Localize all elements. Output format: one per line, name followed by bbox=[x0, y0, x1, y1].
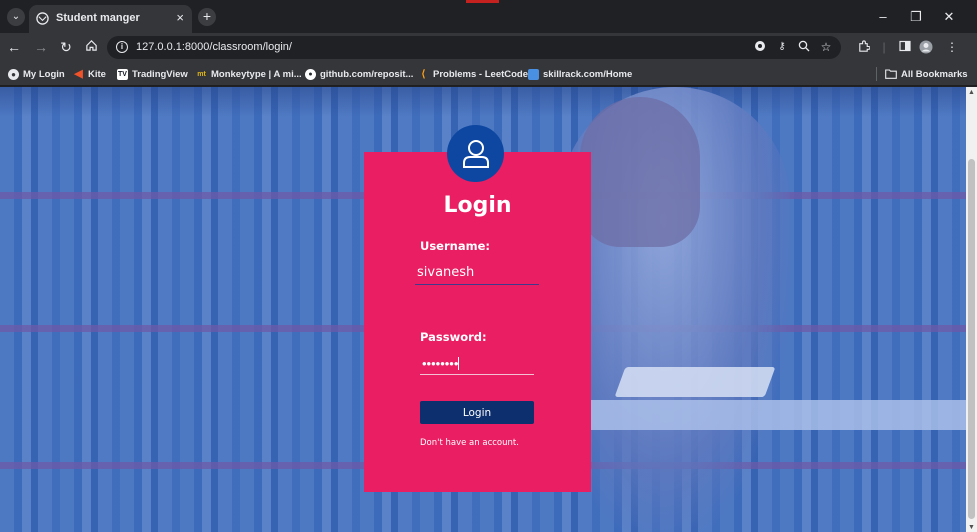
browser-toolbar: ← → ↻ i 127.0.0.1:8000/classroom/login/ … bbox=[0, 33, 977, 62]
scroll-down-arrow-icon[interactable]: ▼ bbox=[968, 524, 975, 531]
bookmark-star-icon[interactable]: ☆ bbox=[819, 40, 833, 54]
side-panel-icon[interactable] bbox=[897, 40, 913, 55]
close-window-button[interactable]: ✕ bbox=[941, 9, 957, 25]
login-title: Login bbox=[443, 193, 512, 218]
globe-icon: ● bbox=[8, 68, 19, 80]
scroll-up-arrow-icon[interactable]: ▲ bbox=[968, 89, 975, 96]
menu-kebab-icon[interactable]: ⋮ bbox=[944, 40, 960, 54]
tab-search-button[interactable]: ⌄ bbox=[7, 8, 25, 26]
kite-icon: ◀ bbox=[74, 67, 83, 80]
recording-indicator bbox=[466, 0, 499, 3]
login-button[interactable]: Login bbox=[420, 401, 534, 424]
password-key-icon[interactable]: ⚷ bbox=[775, 41, 789, 52]
bookmarks-divider bbox=[876, 67, 877, 81]
bookmark-my-login[interactable]: ● My Login bbox=[8, 67, 65, 81]
google-lens-icon[interactable] bbox=[753, 40, 767, 55]
home-icon bbox=[85, 40, 97, 51]
toolbar-divider: | bbox=[882, 40, 886, 54]
reload-button[interactable]: ↻ bbox=[58, 39, 74, 56]
user-avatar bbox=[447, 125, 504, 182]
user-icon bbox=[462, 139, 489, 168]
bookmark-github[interactable]: ● github.com/reposit... bbox=[305, 67, 413, 81]
bookmark-leetcode[interactable]: ⟨ Problems - LeetCode bbox=[418, 67, 528, 81]
page-viewport: Login Username: Password: Login Don't ha… bbox=[0, 87, 966, 532]
tradingview-icon: TV bbox=[117, 68, 128, 80]
tab-close-button[interactable]: × bbox=[176, 10, 184, 25]
bookmark-monkeytype[interactable]: mt Monkeytype | A mi... bbox=[196, 67, 301, 81]
forward-button[interactable]: → bbox=[33, 39, 49, 55]
bookmark-tradingview[interactable]: TV TradingView bbox=[117, 67, 188, 81]
scroll-thumb[interactable] bbox=[968, 159, 975, 519]
password-label: Password: bbox=[420, 330, 487, 344]
monkeytype-icon: mt bbox=[197, 70, 206, 78]
tab-student-manager[interactable]: Student manger × bbox=[29, 5, 192, 33]
username-input[interactable] bbox=[415, 261, 539, 285]
page-scrollbar[interactable]: ▲ ▼ bbox=[966, 87, 977, 532]
site-info-icon[interactable]: i bbox=[116, 41, 128, 53]
text-caret bbox=[458, 357, 459, 370]
all-bookmarks-button[interactable]: All Bookmarks bbox=[885, 67, 968, 81]
url-text[interactable]: 127.0.0.1:8000/classroom/login/ bbox=[136, 41, 292, 53]
minimize-button[interactable]: – bbox=[875, 9, 891, 24]
leetcode-icon: ⟨ bbox=[421, 68, 426, 80]
zoom-icon[interactable] bbox=[797, 40, 811, 55]
restore-button[interactable]: ❐ bbox=[908, 9, 924, 25]
signup-link[interactable]: Don't have an account. bbox=[420, 438, 519, 448]
extensions-icon[interactable] bbox=[855, 40, 871, 56]
tab-title: Student manger bbox=[56, 12, 140, 24]
password-input[interactable] bbox=[420, 353, 534, 375]
new-tab-button[interactable]: + bbox=[198, 8, 216, 26]
folder-icon bbox=[885, 69, 897, 79]
tab-strip: ⌄ Student manger × + – ❐ ✕ bbox=[0, 0, 977, 33]
bookmark-skillrack[interactable]: skillrack.com/Home bbox=[528, 67, 632, 81]
profile-avatar[interactable] bbox=[918, 40, 934, 57]
bookmark-kite[interactable]: ◀ Kite bbox=[73, 67, 106, 81]
address-bar[interactable]: i 127.0.0.1:8000/classroom/login/ ⚷ ☆ bbox=[107, 36, 841, 59]
home-button[interactable] bbox=[83, 39, 99, 55]
globe-icon bbox=[36, 12, 49, 25]
username-label: Username: bbox=[420, 239, 490, 253]
back-button[interactable]: ← bbox=[6, 39, 22, 55]
github-icon: ● bbox=[305, 68, 316, 80]
bookmarks-bar: ● My Login ◀ Kite TV TradingView mt Monk… bbox=[0, 62, 977, 86]
skillrack-icon bbox=[528, 68, 539, 80]
